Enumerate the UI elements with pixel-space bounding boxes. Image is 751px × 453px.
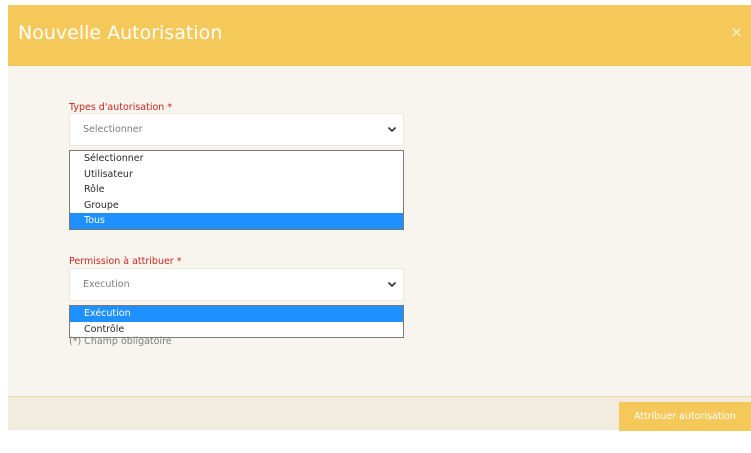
- permission-label: Permission à attribuer *: [69, 256, 182, 267]
- authorization-type-label: Types d'autorisation *: [69, 102, 173, 113]
- authorization-type-select[interactable]: Selectionner: [69, 113, 404, 146]
- permission-dropdown: Exécution Contrôle: [69, 305, 404, 338]
- authorization-type-dropdown: Sélectionner Utilisateur Rôle Groupe Tou…: [69, 150, 404, 230]
- dropdown-option-selected[interactable]: Exécution: [70, 306, 403, 322]
- dropdown-option[interactable]: Groupe: [70, 198, 403, 214]
- authorization-type-value: Selectionner: [83, 124, 143, 135]
- close-icon[interactable]: ×: [730, 25, 743, 40]
- dropdown-option[interactable]: Utilisateur: [70, 167, 403, 183]
- dropdown-option[interactable]: Rôle: [70, 182, 403, 198]
- dropdown-option-selected[interactable]: Tous: [70, 213, 403, 229]
- modal-footer: Attribuer autorisation: [8, 396, 751, 431]
- modal-header: Nouvelle Autorisation ×: [8, 5, 751, 66]
- dropdown-option[interactable]: Contrôle: [70, 322, 403, 338]
- chevron-down-icon: [387, 281, 397, 288]
- dropdown-option[interactable]: Sélectionner: [70, 151, 403, 167]
- required-field-note: (*) Champ obligatoire: [69, 336, 172, 347]
- assign-authorization-button[interactable]: Attribuer autorisation: [619, 402, 751, 431]
- modal-title: Nouvelle Autorisation: [18, 22, 223, 44]
- chevron-down-icon: [387, 126, 397, 133]
- permission-select[interactable]: Execution: [69, 268, 404, 301]
- permission-value: Execution: [83, 279, 130, 290]
- authorization-modal: Nouvelle Autorisation × Types d'autorisa…: [8, 5, 751, 431]
